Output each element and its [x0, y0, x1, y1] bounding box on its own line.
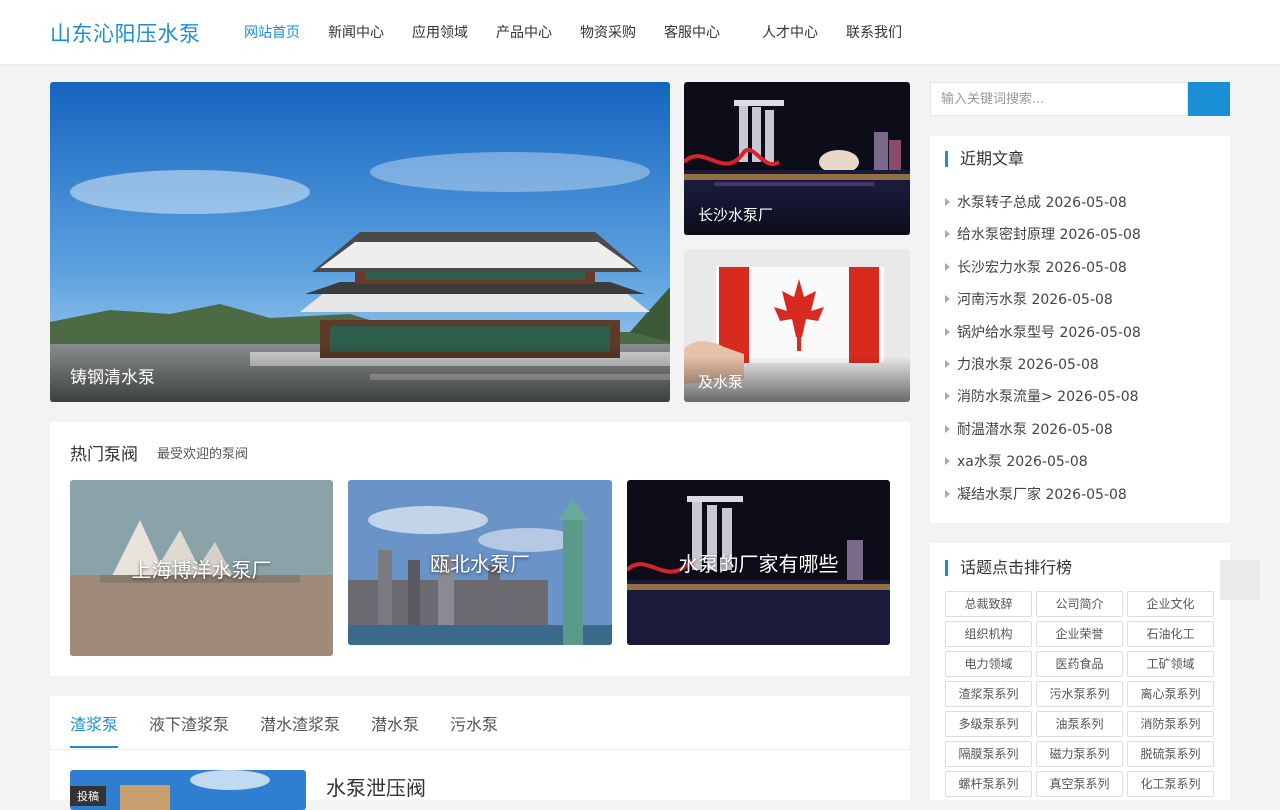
recent-posts-widget: 近期文章 水泵转子总成 2026-05-08 给水泵密封原理 2026-05-0…	[930, 136, 1230, 523]
tag-item[interactable]: 多级泵系列	[945, 711, 1032, 737]
category-tabs-section: 渣浆泵 液下渣浆泵 潜水渣浆泵 潜水泵 污水泵 投稿 水泵泄压阀	[50, 696, 910, 810]
hot-item-3-label[interactable]: 水泵的厂家有哪些	[627, 480, 890, 645]
site-logo[interactable]: 山东沁阳压水泵	[50, 18, 201, 48]
hot-item-3[interactable]: 水泵的厂家有哪些	[627, 480, 890, 645]
nav-procurement[interactable]: 物资采购	[580, 22, 636, 42]
slider-side-1[interactable]: 长沙水泵厂	[684, 82, 910, 235]
hot-item-1[interactable]: 上海博洋水泵厂	[70, 480, 333, 656]
recent-post-item[interactable]: 凝结水泵厂家 2026-05-08	[945, 484, 1127, 504]
slider-side-2-caption[interactable]: 及水泵	[684, 356, 910, 402]
tag-item[interactable]: 磁力泵系列	[1036, 741, 1123, 767]
recent-post-item[interactable]: 长沙宏力水泵 2026-05-08	[945, 257, 1127, 277]
recent-posts-title: 近期文章	[945, 151, 1024, 167]
nav-home[interactable]: 网站首页	[244, 22, 300, 42]
nav-news[interactable]: 新闻中心	[328, 22, 384, 42]
tag-item[interactable]: 总裁致辞	[945, 591, 1032, 617]
tag-item[interactable]: 组织机构	[945, 621, 1032, 647]
nav-products[interactable]: 产品中心	[496, 22, 552, 42]
tab-slurry-pump[interactable]: 渣浆泵	[70, 711, 118, 735]
hot-title: 热门泵阀	[70, 445, 138, 465]
article-badge: 投稿	[70, 786, 106, 806]
tag-item[interactable]: 企业荣誉	[1036, 621, 1123, 647]
tag-item[interactable]: 石油化工	[1127, 621, 1214, 647]
tag-item[interactable]: 公司简介	[1036, 591, 1123, 617]
tab-active-underline	[70, 746, 118, 748]
tag-item[interactable]: 脱硫泵系列	[1127, 741, 1214, 767]
tag-item[interactable]: 真空泵系列	[1036, 771, 1123, 797]
slider-side-1-caption[interactable]: 长沙水泵厂	[684, 189, 910, 235]
ranking-widget: 话题点击排行榜 总裁致辞 公司简介 企业文化组织机构 企业荣誉 石油化工电力领域 医药食品…	[930, 543, 1230, 800]
site-header: 山东沁阳压水泵 网站首页 新闻中心 应用领域 产品中心 物资采购 客服中心 人才…	[0, 0, 1280, 64]
article-title[interactable]: 水泵泄压阀	[326, 772, 426, 801]
nav-applications[interactable]: 应用领域	[412, 22, 468, 42]
tag-item[interactable]: 消防泵系列	[1127, 711, 1214, 737]
hot-item-1-label[interactable]: 上海博洋水泵厂	[70, 480, 333, 656]
ranking-title: 话题点击排行榜	[945, 560, 1072, 576]
search-box	[930, 82, 1230, 116]
nav-contact[interactable]: 联系我们	[846, 22, 902, 42]
hot-item-2[interactable]: 瓯北水泵厂	[348, 480, 612, 645]
tab-submerged-slurry-pump[interactable]: 液下渣浆泵	[149, 711, 229, 735]
tag-item[interactable]: 工矿领域	[1127, 651, 1214, 677]
tab-divider	[50, 749, 910, 750]
tag-item[interactable]: 医药食品	[1036, 651, 1123, 677]
back-to-top-button[interactable]	[1220, 560, 1260, 600]
recent-post-item[interactable]: 消防水泵流量> 2026-05-08	[945, 386, 1139, 406]
tab-submersible-pump[interactable]: 潜水泵	[371, 711, 419, 735]
hot-item-2-label[interactable]: 瓯北水泵厂	[348, 480, 612, 645]
hot-section: 热门泵阀 最受欢迎的泵阀 上海博洋水泵厂 瓯北水泵厂 水泵的厂家有哪些	[50, 422, 910, 676]
tag-item[interactable]: 电力领域	[945, 651, 1032, 677]
tag-item[interactable]: 隔膜泵系列	[945, 741, 1032, 767]
article-thumbnail[interactable]: 投稿	[70, 770, 306, 810]
tag-item[interactable]: 化工泵系列	[1127, 771, 1214, 797]
recent-post-item[interactable]: 力浪水泵 2026-05-08	[945, 354, 1099, 374]
recent-post-item[interactable]: 耐温潜水泵 2026-05-08	[945, 419, 1113, 439]
nav-service[interactable]: 客服中心	[664, 22, 720, 42]
recent-post-item[interactable]: xa水泵 2026-05-08	[945, 451, 1088, 471]
search-input[interactable]	[930, 82, 1188, 116]
tab-submersible-slurry-pump[interactable]: 潜水渣浆泵	[260, 711, 340, 735]
recent-post-item[interactable]: 给水泵密封原理 2026-05-08	[945, 224, 1141, 244]
tag-item[interactable]: 油泵系列	[1036, 711, 1123, 737]
hot-subtitle: 最受欢迎的泵阀	[157, 447, 249, 462]
tag-item[interactable]: 企业文化	[1127, 591, 1214, 617]
recent-post-item[interactable]: 水泵转子总成 2026-05-08	[945, 192, 1127, 212]
slider-main-caption[interactable]: 铸钢清水泵	[50, 342, 670, 402]
tab-sewage-pump[interactable]: 污水泵	[450, 711, 498, 735]
recent-post-item[interactable]: 锅炉给水泵型号 2026-05-08	[945, 322, 1141, 342]
slider-main[interactable]: 铸钢清水泵	[50, 82, 670, 402]
slider-side-2[interactable]: 及水泵	[684, 249, 910, 402]
recent-post-item[interactable]: 河南污水泵 2026-05-08	[945, 289, 1113, 309]
nav-careers[interactable]: 人才中心	[762, 22, 818, 42]
tag-item[interactable]: 污水泵系列	[1036, 681, 1123, 707]
search-button[interactable]	[1188, 82, 1230, 116]
tag-item[interactable]: 离心泵系列	[1127, 681, 1214, 707]
tag-item[interactable]: 螺杆泵系列	[945, 771, 1032, 797]
tag-item[interactable]: 渣浆泵系列	[945, 681, 1032, 707]
